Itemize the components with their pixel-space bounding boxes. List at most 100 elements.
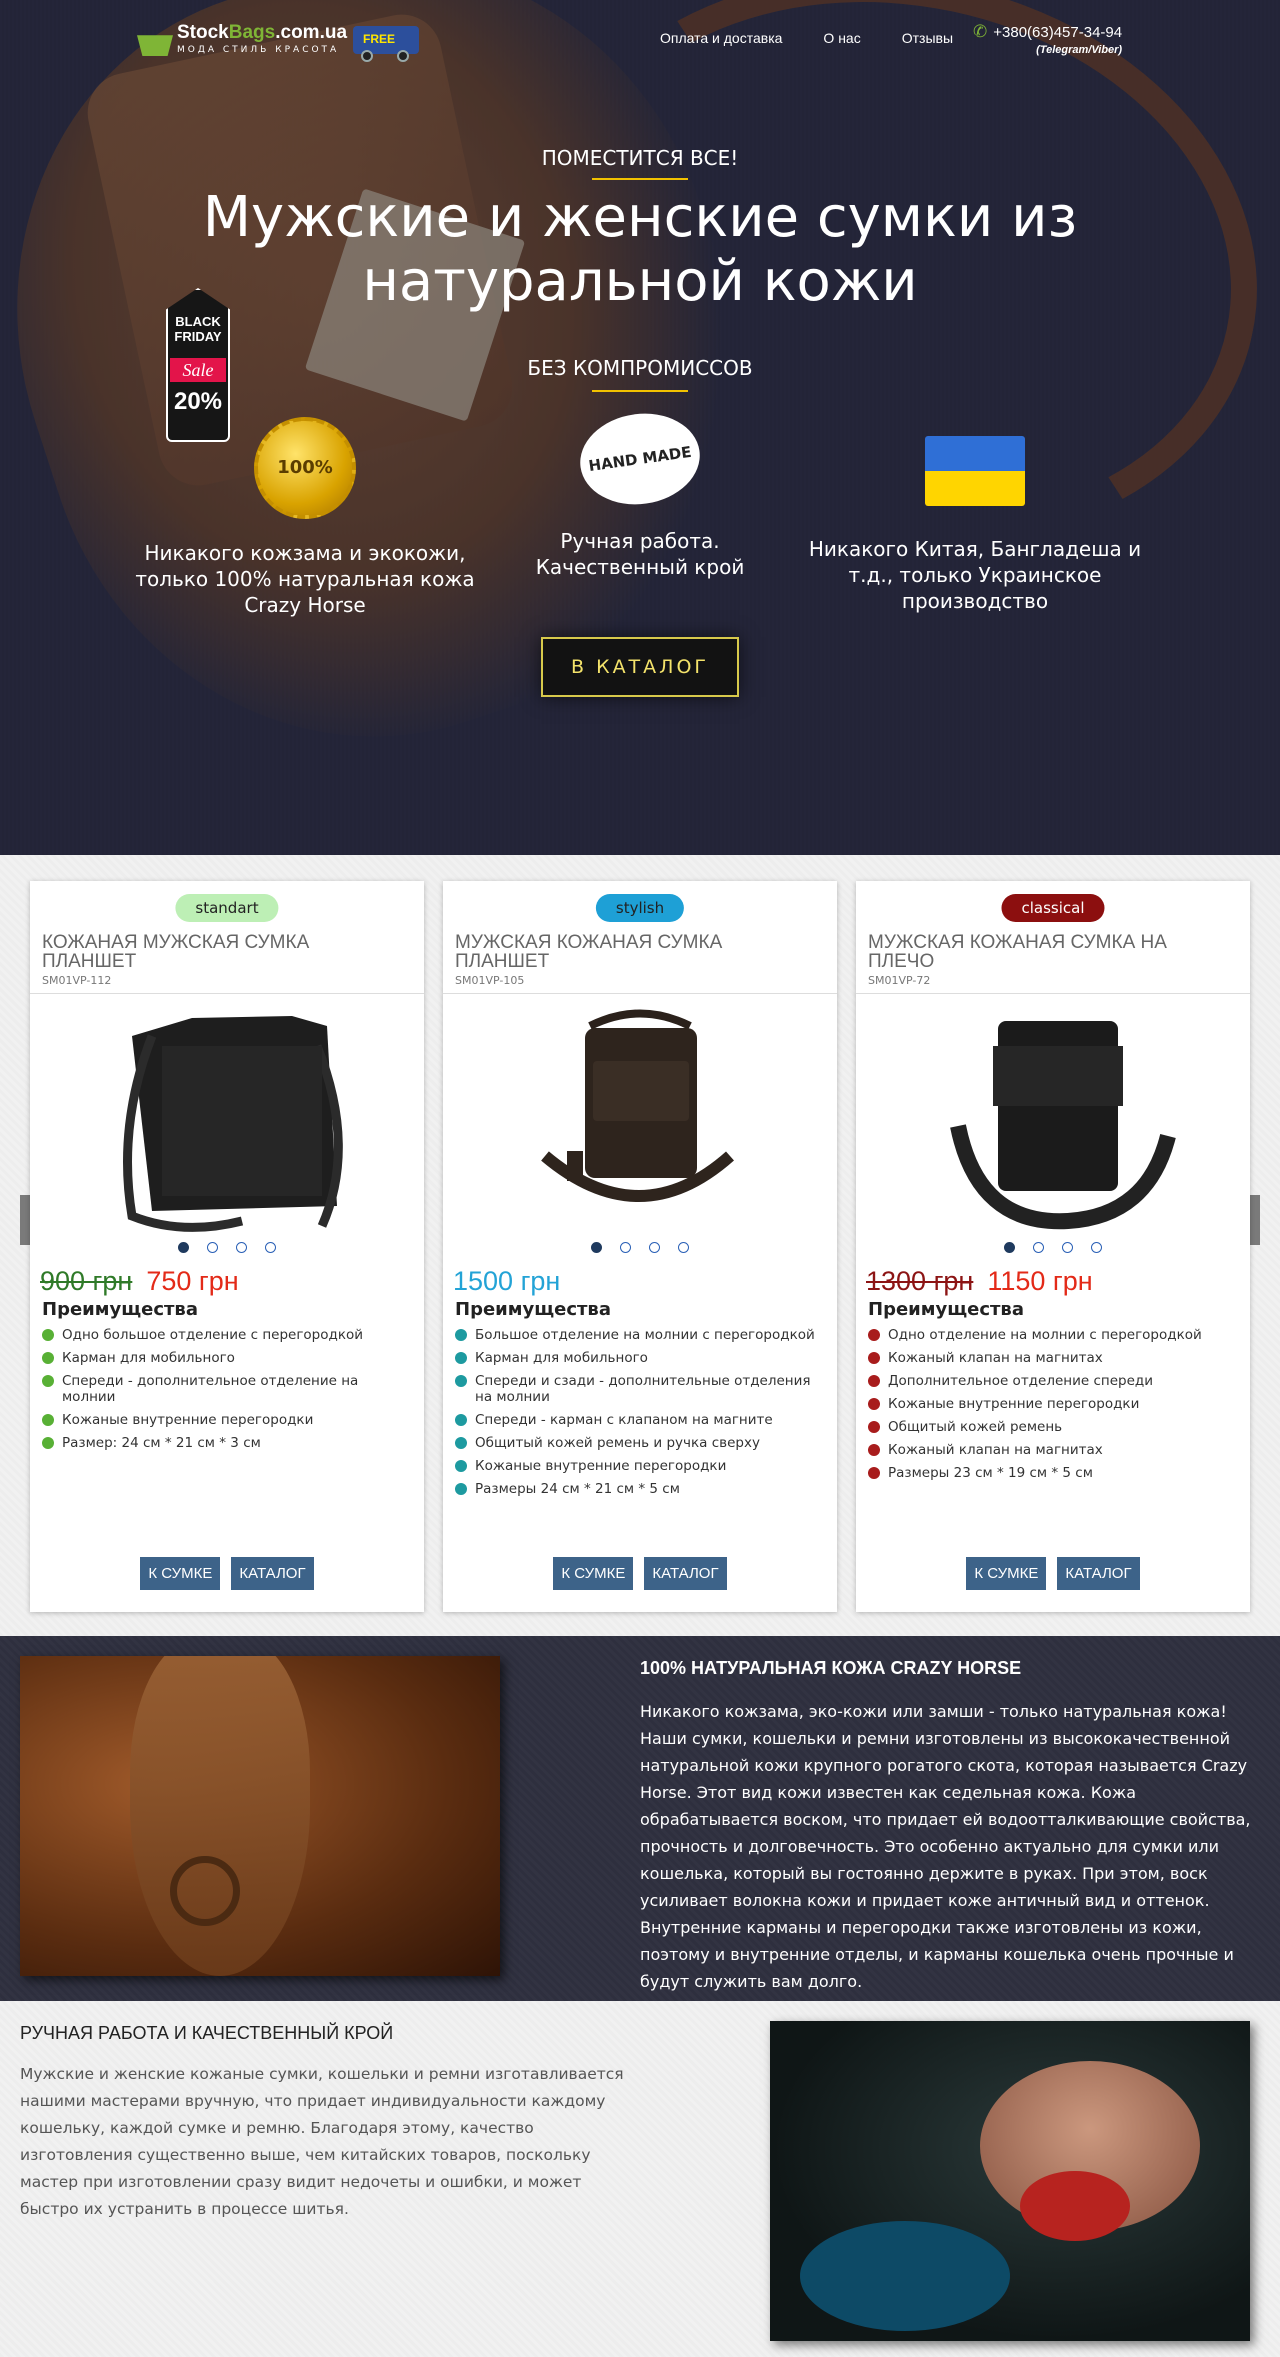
logo-brand: StockBags.com.ua	[177, 22, 347, 44]
advantage-item: Большое отделение на молнии с перегородк…	[455, 1327, 825, 1343]
natural-leather-section: 100% НАТУРАЛЬНАЯ КОЖА CRAZY HORSE Никако…	[0, 1636, 1280, 2001]
product-image[interactable]	[92, 1006, 362, 1246]
phone-note: (Telegram/Viber)	[1036, 44, 1123, 56]
card-buttons: К СУМКЕ КАТАЛОГ	[30, 1557, 424, 1590]
advantage-item: Спереди и сзади - дополнительные отделен…	[455, 1373, 825, 1405]
current-price: 1500 грн	[453, 1266, 561, 1296]
product-card: stylish Мужская кожаная сумка планшет SM…	[443, 881, 837, 1612]
catalog-link-button[interactable]: КАТАЛОГ	[231, 1557, 314, 1590]
carousel-dot[interactable]	[678, 1242, 689, 1253]
advantage-item: Общитый кожей ремень и ручка сверху	[455, 1435, 825, 1451]
phone-number: +380(63)457-34-94	[993, 23, 1123, 41]
product-sku: SM01VP-72	[868, 974, 931, 987]
catalog-link-button[interactable]: КАТАЛОГ	[644, 1557, 727, 1590]
site-logo[interactable]: StockBags.com.ua МОДА СТИЛЬ КРАСОТА FREE	[137, 22, 420, 62]
logo-text: StockBags.com.ua МОДА СТИЛЬ КРАСОТА	[177, 22, 347, 55]
advantage-item: Кожаные внутренние перегородки	[455, 1458, 825, 1474]
logo-brand-part2: Bags	[228, 22, 276, 43]
saddle-leather-image	[20, 1656, 500, 1976]
handmade-stamp-icon: HAND MADE	[574, 406, 706, 512]
nav-link-delivery[interactable]: Оплата и доставка	[660, 30, 782, 46]
catalog-link-button[interactable]: КАТАЛОГ	[1057, 1557, 1140, 1590]
image-dots	[30, 1242, 424, 1253]
feature-handmade: HAND MADE Ручная работа. Качественный кр…	[520, 406, 760, 580]
section-text: Никакого кожзама, эко-кожи или замши - т…	[640, 1702, 1251, 1991]
advantages-title: Преимущества	[868, 1299, 1024, 1320]
product-title[interactable]: Мужская кожаная сумка планшет	[455, 933, 815, 971]
craftsman-hands-image	[770, 2021, 1250, 2341]
carousel-dot[interactable]	[649, 1242, 660, 1253]
advantage-item: Размеры 24 см * 21 см * 5 см	[455, 1481, 825, 1497]
current-price: 1150 грн	[987, 1266, 1093, 1296]
carousel-dot[interactable]	[265, 1242, 276, 1253]
card-buttons: К СУМКЕ КАТАЛОГ	[443, 1557, 837, 1590]
advantage-item: Кожаный клапан на магнитах	[868, 1442, 1238, 1458]
saddle-shape	[130, 1656, 310, 1976]
feature-text: Никакого кожзама и экокожи, только 100% …	[135, 541, 475, 617]
product-sku: SM01VP-105	[455, 974, 525, 987]
advantage-item: Карман для мобильного	[42, 1350, 412, 1366]
carousel-dot[interactable]	[236, 1242, 247, 1253]
main-nav: Оплата и доставка О нас Отзывы	[660, 30, 994, 46]
to-bag-button[interactable]: К СУМКЕ	[966, 1557, 1047, 1590]
hero-kicker: ПОМЕСТИТСЯ ВСЕ!	[541, 146, 739, 170]
advantage-item: Кожаные внутренние перегородки	[42, 1412, 412, 1428]
sale-tag-line2: FRIDAY	[174, 329, 222, 344]
advantage-item: Спереди - карман с клапаном на магните	[455, 1412, 825, 1428]
advantage-item: Спереди - дополнительное отделение на мо…	[42, 1373, 412, 1405]
advantage-item: Размеры 23 см * 19 см * 5 см	[868, 1465, 1238, 1481]
product-card: classical Мужская кожаная сумка на плечо…	[856, 881, 1250, 1612]
truck-wheel-icon	[361, 50, 374, 62]
image-dots	[443, 1242, 837, 1253]
advantages-list: Одно большое отделение с перегородкой Ка…	[42, 1327, 412, 1458]
feature-natural-leather: 100% Никакого кожзама и экокожи, только …	[135, 417, 475, 618]
feature-text: Никакого Китая, Бангладеша и т.д., тольк…	[808, 537, 1142, 613]
image-dots	[856, 1242, 1250, 1253]
carousel-dot[interactable]	[591, 1242, 602, 1253]
advantages-title: Преимущества	[455, 1299, 611, 1320]
carousel-dot[interactable]	[1033, 1242, 1044, 1253]
carousel-dot[interactable]	[1062, 1242, 1073, 1253]
saddle-ring	[170, 1856, 240, 1926]
sale-tag-heading: BLACK FRIDAY	[166, 314, 230, 344]
logo-brand-part1: Stock	[177, 22, 229, 43]
feature-ukrainian-made: Никакого Китая, Бангладеша и т.д., тольк…	[805, 420, 1145, 614]
product-title[interactable]: Мужская кожаная сумка на плечо	[868, 933, 1228, 971]
product-image[interactable]	[505, 1006, 775, 1246]
top-bar: StockBags.com.ua МОДА СТИЛЬ КРАСОТА FREE…	[0, 18, 1280, 68]
section-text: Мужские и женские кожаные сумки, кошельк…	[20, 2065, 624, 2218]
carousel-dot[interactable]	[1091, 1242, 1102, 1253]
handmade-section: РУЧНАЯ РАБОТА И КАЧЕСТВЕННЫЙ КРОЙ Мужски…	[0, 2001, 1280, 2357]
old-price: 1300 грн	[866, 1266, 974, 1296]
nav-link-reviews[interactable]: Отзывы	[902, 30, 953, 46]
phone-contact[interactable]: ✆ +380(63)457-34-94 (Telegram/Viber)	[973, 22, 1122, 56]
feature-text: Ручная работа. Качественный крой	[535, 529, 745, 579]
product-image[interactable]	[918, 1006, 1188, 1246]
product-title[interactable]: Кожаная мужская сумка планшет	[42, 933, 402, 971]
rotary-phone-shape	[800, 2221, 1010, 2331]
card-divider	[30, 993, 424, 994]
section-title: 100% НАТУРАЛЬНАЯ КОЖА CRAZY HORSE	[640, 1658, 1022, 1678]
advantage-item: Общитый кожей ремень	[868, 1419, 1238, 1435]
sale-tag-sale: Sale	[170, 358, 226, 382]
advantage-item: Карман для мобильного	[455, 1350, 825, 1366]
products-section: ❮ ❯ standart Кожаная мужская сумка планш…	[0, 855, 1280, 1636]
free-delivery-truck-icon: FREE	[353, 22, 420, 62]
carousel-dot[interactable]	[178, 1242, 189, 1253]
catalog-button[interactable]: В КАТАЛОГ	[541, 637, 739, 697]
carousel-dot[interactable]	[1004, 1242, 1015, 1253]
flag-yellow-stripe	[925, 471, 1025, 506]
nav-link-about[interactable]: О нас	[823, 30, 860, 46]
product-sku: SM01VP-112	[42, 974, 112, 987]
product-card: standart Кожаная мужская сумка планшет S…	[30, 881, 424, 1612]
handmade-stamp-text: HAND MADE	[587, 442, 693, 476]
to-bag-button[interactable]: К СУМКЕ	[553, 1557, 634, 1590]
flag-blue-stripe	[925, 436, 1025, 471]
logo-tagline: МОДА СТИЛЬ КРАСОТА	[177, 45, 340, 55]
old-price: 900 грн	[40, 1266, 133, 1296]
to-bag-button[interactable]: К СУМКЕ	[140, 1557, 221, 1590]
carousel-dot[interactable]	[207, 1242, 218, 1253]
advantage-item: Размер: 24 см * 21 см * 3 см	[42, 1435, 412, 1451]
cart-logo-icon	[137, 35, 173, 56]
carousel-dot[interactable]	[620, 1242, 631, 1253]
